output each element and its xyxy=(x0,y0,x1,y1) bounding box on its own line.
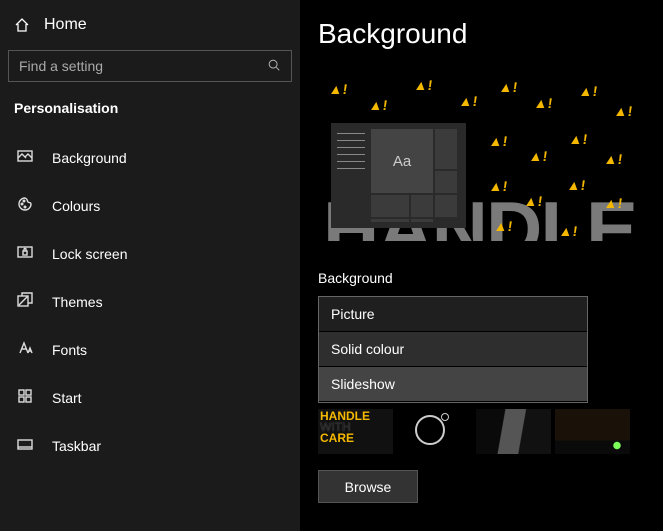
lockscreen-icon xyxy=(16,244,34,264)
nav-label: Start xyxy=(52,390,82,406)
nav-label: Themes xyxy=(52,294,103,310)
option-picture[interactable]: Picture xyxy=(319,297,587,332)
nav-label: Fonts xyxy=(52,342,87,358)
recent-image-2[interactable] xyxy=(397,409,472,454)
settings-sidebar: Home Find a setting Personalisation Back… xyxy=(0,0,300,531)
sidebar-item-background[interactable]: Background xyxy=(2,136,298,180)
home-icon xyxy=(14,17,30,33)
search-input[interactable]: Find a setting xyxy=(8,50,292,82)
recent-images: HANDLE WITH CARE xyxy=(318,409,645,454)
nav-label: Colours xyxy=(52,198,100,214)
sample-text: Aa xyxy=(371,129,433,193)
sidebar-item-fonts[interactable]: Fonts xyxy=(2,328,298,372)
background-dropdown[interactable]: Picture Solid colour Slideshow xyxy=(318,296,588,403)
search-icon xyxy=(267,58,281,75)
background-icon xyxy=(16,148,34,168)
section-heading: Personalisation xyxy=(2,96,298,136)
taskbar-icon xyxy=(16,436,34,456)
themes-icon xyxy=(16,292,34,312)
content-pane: Background HANDLEWITHCare ▲!▲! ▲!▲! ▲!▲!… xyxy=(300,0,663,531)
nav-label: Taskbar xyxy=(52,438,101,454)
search-placeholder: Find a setting xyxy=(19,58,103,74)
nav-list: Background Colours Lock screen Themes Fo… xyxy=(2,136,298,468)
sidebar-item-colours[interactable]: Colours xyxy=(2,184,298,228)
recent-image-3[interactable] xyxy=(476,409,551,454)
nav-label: Lock screen xyxy=(52,246,127,262)
colours-icon xyxy=(16,196,34,216)
home-link[interactable]: Home xyxy=(2,8,298,50)
option-slideshow[interactable]: Slideshow xyxy=(319,367,587,402)
home-label: Home xyxy=(44,16,87,34)
fonts-icon xyxy=(16,340,34,360)
sidebar-item-taskbar[interactable]: Taskbar xyxy=(2,424,298,468)
recent-image-4[interactable] xyxy=(555,409,630,454)
page-title: Background xyxy=(318,18,645,50)
browse-button[interactable]: Browse xyxy=(318,470,418,503)
sidebar-item-themes[interactable]: Themes xyxy=(2,280,298,324)
option-solid-colour[interactable]: Solid colour xyxy=(319,332,587,367)
desktop-preview: HANDLEWITHCare ▲!▲! ▲!▲! ▲!▲! ▲!▲! ▲!▲! … xyxy=(318,72,638,242)
sidebar-item-lockscreen[interactable]: Lock screen xyxy=(2,232,298,276)
theme-preview-overlay: Aa xyxy=(331,123,466,228)
recent-image-1[interactable]: HANDLE WITH CARE xyxy=(318,409,393,454)
nav-label: Background xyxy=(52,150,127,166)
sidebar-item-start[interactable]: Start xyxy=(2,376,298,420)
start-icon xyxy=(16,388,34,408)
background-label: Background xyxy=(318,270,645,286)
